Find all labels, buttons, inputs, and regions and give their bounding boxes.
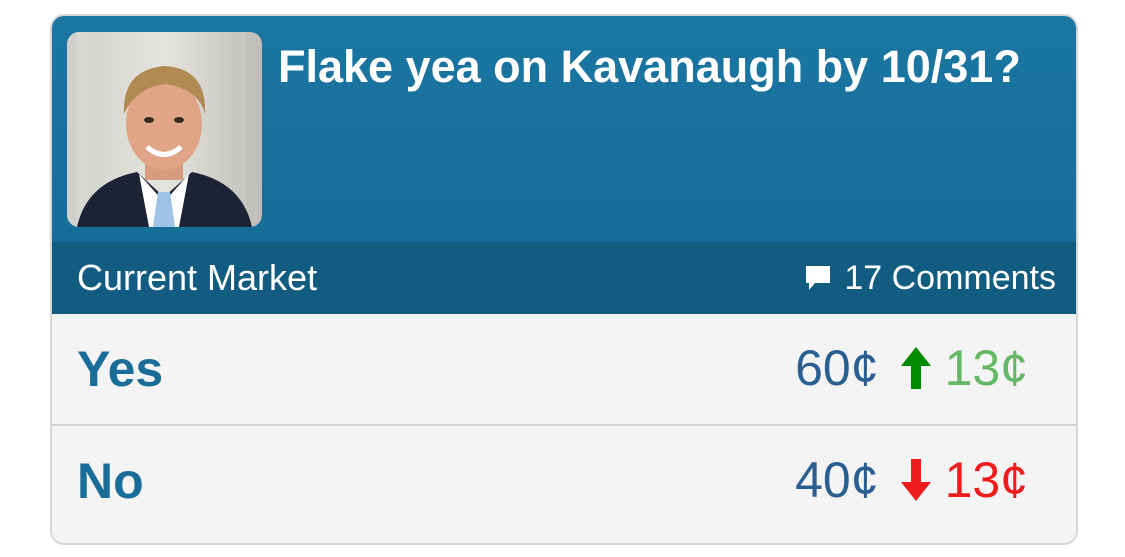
price-change: 13¢ [944, 340, 1028, 396]
arrow-down-icon [900, 459, 931, 501]
outcome-label: Yes [77, 341, 164, 397]
speech-bubble-icon [806, 266, 831, 290]
market-header: Flake yea on Kavanaugh by 10/31? [52, 16, 1076, 242]
arrow-up-icon [900, 347, 931, 389]
outcome-price: 60¢ [795, 340, 879, 396]
market-subbar: Current Market 17 Comments [52, 242, 1076, 314]
comments-count: 17 Comments [844, 259, 1056, 297]
price-change: 13¢ [944, 452, 1028, 508]
outcome-row-yes[interactable]: Yes 60¢ 13¢ [52, 314, 1076, 424]
outcome-prices: 40¢ 13¢ [795, 450, 1028, 510]
outcome-label: No [77, 453, 144, 509]
outcome-price: 40¢ [795, 452, 879, 508]
market-card[interactable]: Flake yea on Kavanaugh by 10/31? Current… [50, 14, 1078, 545]
outcome-row-no[interactable]: No 40¢ 13¢ [52, 426, 1076, 536]
comments-link[interactable]: 17 Comments [804, 258, 1056, 298]
outcome-prices: 60¢ 13¢ [795, 338, 1028, 398]
market-title: Flake yea on Kavanaugh by 10/31? [278, 41, 1021, 92]
market-photo [67, 32, 262, 227]
portrait-image [67, 32, 262, 227]
current-market-label: Current Market [77, 257, 318, 298]
